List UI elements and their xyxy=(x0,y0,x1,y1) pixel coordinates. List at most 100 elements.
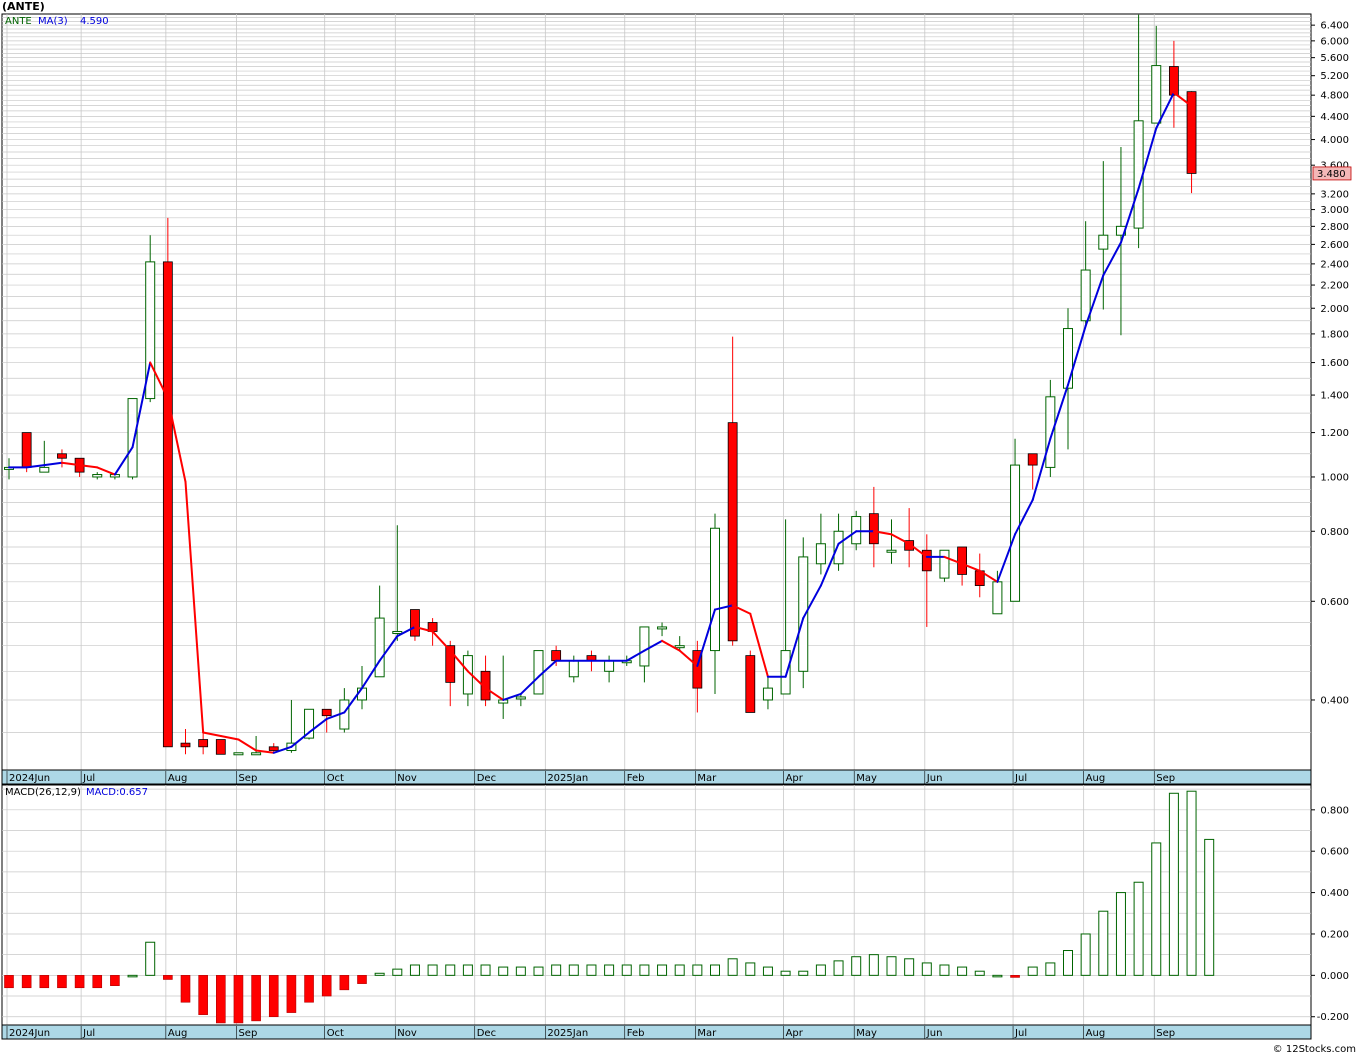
macd-bar xyxy=(974,970,985,976)
x-axis-month-label: Mar xyxy=(697,1028,717,1039)
macd-bar xyxy=(216,975,226,1024)
candle-body xyxy=(957,546,967,575)
candle-body xyxy=(762,687,773,701)
macd-bar xyxy=(586,964,597,976)
price-y-tick-label: 4.400 xyxy=(1320,112,1349,123)
candle-body xyxy=(233,752,244,756)
x-axis-month-label: Oct xyxy=(327,1028,344,1039)
macd-y-tick-label: 0.600 xyxy=(1320,847,1349,858)
x-axis-month-label: Dec xyxy=(477,773,496,784)
macd-bar xyxy=(1151,842,1162,976)
price-y-tick-label: 6.000 xyxy=(1320,36,1349,47)
macd-bar xyxy=(145,941,156,976)
candle-body xyxy=(727,422,738,642)
price-y-tick-label: 2.200 xyxy=(1320,281,1349,292)
macd-bar xyxy=(427,964,438,976)
macd-x-axis-band xyxy=(1,1024,1312,1040)
macd-bar xyxy=(515,966,526,976)
x-axis-month-label: 2024Jun xyxy=(9,1028,50,1039)
price-y-tick-label: 1.800 xyxy=(1320,329,1349,340)
candle-body xyxy=(410,609,420,637)
macd-bar xyxy=(480,964,491,976)
price-y-tick-label: 1.600 xyxy=(1320,358,1349,369)
x-axis-month-label: Sep xyxy=(238,773,257,784)
x-axis-month-label: Nov xyxy=(397,1028,417,1039)
x-axis-month-label: Apr xyxy=(786,773,804,784)
candle-body xyxy=(815,543,826,565)
x-axis-month-label: Sep xyxy=(1156,773,1175,784)
price-y-tick-label: 4.000 xyxy=(1320,135,1349,146)
candle-body xyxy=(57,453,67,459)
macd-legend-label: MACD(26,12,9) xyxy=(5,787,81,798)
macd-bar xyxy=(74,975,85,989)
macd-y-tick-label: 0.200 xyxy=(1320,929,1349,940)
macd-bar xyxy=(286,975,297,1013)
x-axis-month-label: Aug xyxy=(168,1028,188,1039)
macd-bar xyxy=(1063,950,1073,976)
macd-bar xyxy=(1045,962,1056,976)
candle-body xyxy=(268,746,279,751)
price-y-tick-label: 5.200 xyxy=(1320,71,1349,82)
candle-body xyxy=(1063,328,1073,389)
price-y-tick-label: 1.400 xyxy=(1320,391,1349,402)
macd-bar xyxy=(957,966,968,976)
x-axis-month-label: Mar xyxy=(697,773,717,784)
price-y-axis: 6.4006.0005.6005.2004.8004.4004.0003.600… xyxy=(1311,21,1349,706)
macd-y-tick-label: 0.000 xyxy=(1320,971,1349,982)
candle-body xyxy=(604,660,615,672)
macd-bar xyxy=(921,962,932,976)
candle-body xyxy=(1080,269,1091,322)
price-y-tick-label: 2.400 xyxy=(1320,259,1349,270)
macd-bar xyxy=(1027,966,1038,976)
stock-chart: (ANTE) 6.400 6.000 5.600 5.200 4.800 4.400 4.0… xyxy=(1,0,1356,1055)
price-y-tick-label: 1.200 xyxy=(1320,428,1349,439)
macd-y-tick-label: 0.400 xyxy=(1320,888,1349,899)
price-y-tick-label: 6.400 xyxy=(1320,21,1349,32)
macd-bar xyxy=(92,975,103,989)
x-axis-month-label: May xyxy=(856,1028,877,1039)
macd-bar xyxy=(445,964,456,976)
x-axis-month-label: 2025Jan xyxy=(547,1028,588,1039)
macd-bar xyxy=(904,958,915,976)
macd-bar xyxy=(409,964,420,976)
candle-body xyxy=(851,516,862,545)
candle-body xyxy=(392,630,403,634)
x-axis-month-label: Oct xyxy=(327,773,344,784)
macd-legend-value: MACD:0.657 xyxy=(86,787,148,798)
macd-bar xyxy=(321,975,332,997)
x-axis-month-label: Sep xyxy=(1156,1028,1175,1039)
macd-bar xyxy=(833,960,844,976)
macd-bar xyxy=(710,964,720,976)
x-axis-month-label: Jul xyxy=(82,1028,95,1039)
macd-bar xyxy=(1080,933,1091,976)
macd-panel: 0.800 0.600 0.400 0.200 0.000 -0.200 2024Jun J… xyxy=(1,784,1349,1040)
candle-body xyxy=(833,530,844,565)
macd-bar xyxy=(268,975,279,1018)
macd-bar xyxy=(251,975,261,1022)
candle-body xyxy=(39,466,50,473)
candle-body xyxy=(198,739,209,748)
price-y-tick-label: 2.800 xyxy=(1320,222,1349,233)
macd-bar xyxy=(762,966,773,976)
macd-y-axis: 0.800 0.600 0.400 0.200 0.000 -0.200 xyxy=(1311,805,1349,1023)
macd-bar xyxy=(462,964,473,976)
price-y-tick-label: 2.000 xyxy=(1320,304,1349,315)
x-axis-month-label: Dec xyxy=(477,1028,496,1039)
candle-body xyxy=(251,752,262,756)
x-axis-month-label: 2024Jun xyxy=(9,773,50,784)
candle-body xyxy=(657,626,668,630)
macd-bar xyxy=(110,975,120,986)
macd-bar xyxy=(939,964,950,976)
macd-bar xyxy=(798,970,809,976)
macd-bar xyxy=(886,956,897,976)
candle-body xyxy=(21,432,32,468)
price-y-tick-label: 5.600 xyxy=(1320,53,1349,64)
macd-bar xyxy=(357,975,367,984)
macd-bar xyxy=(568,964,579,976)
price-y-tick-label: 4.800 xyxy=(1320,91,1349,102)
last-price-value: 3.480 xyxy=(1317,169,1346,180)
candle-body xyxy=(780,650,791,695)
ticker-label: ANTE xyxy=(5,16,32,27)
macd-bar xyxy=(727,958,738,976)
macd-bar xyxy=(868,954,879,976)
